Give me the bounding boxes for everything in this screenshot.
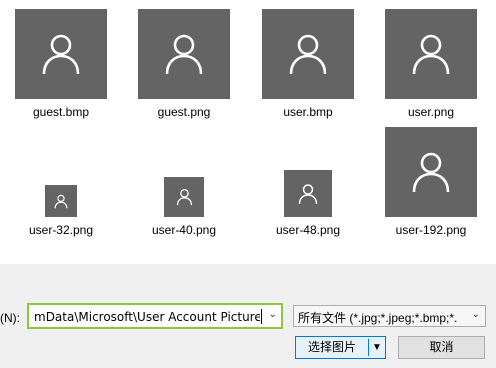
- file-name: guest.bmp: [32, 105, 90, 119]
- file-item[interactable]: user-32.png: [6, 185, 116, 237]
- file-item[interactable]: guest.png: [129, 9, 239, 119]
- dialog-footer: (N): mData\Microsoft\User Account Pictur…: [0, 264, 496, 368]
- user-icon: [54, 194, 68, 208]
- text-cursor: [261, 309, 262, 324]
- user-icon: [298, 183, 318, 204]
- user-avatar-thumbnail[interactable]: [45, 185, 77, 217]
- split-divider: [368, 339, 369, 356]
- file-name: user-40.png: [151, 223, 217, 237]
- file-name: user.png: [407, 105, 455, 119]
- caret-down-icon[interactable]: ▼: [370, 337, 384, 358]
- user-avatar-thumbnail[interactable]: [164, 177, 204, 217]
- user-avatar-thumbnail[interactable]: [284, 170, 332, 217]
- filename-label: (N):: [0, 311, 20, 325]
- open-split-button[interactable]: 选择图片 ▼: [295, 336, 386, 359]
- user-icon: [289, 34, 327, 75]
- open-button[interactable]: 选择图片: [296, 337, 368, 358]
- user-icon: [412, 34, 450, 75]
- cancel-button[interactable]: 取消: [398, 336, 485, 359]
- file-item[interactable]: user-192.png: [376, 127, 486, 237]
- user-avatar-thumbnail[interactable]: [138, 9, 230, 99]
- user-icon: [165, 34, 203, 75]
- file-name: user-48.png: [275, 223, 341, 237]
- file-grid: guest.bmp guest.png user.bmp user.png us…: [0, 0, 496, 260]
- file-item[interactable]: user-40.png: [129, 177, 239, 237]
- file-name: user.bmp: [283, 105, 333, 119]
- file-item[interactable]: guest.bmp: [6, 9, 116, 119]
- file-name: user-192.png: [395, 223, 467, 237]
- user-avatar-thumbnail[interactable]: [385, 9, 477, 99]
- file-name: user-32.png: [28, 223, 94, 237]
- filename-input[interactable]: mData\Microsoft\User Account Pictures ⌄: [27, 303, 283, 329]
- user-avatar-thumbnail[interactable]: [15, 9, 107, 99]
- user-avatar-thumbnail[interactable]: [385, 127, 477, 217]
- filetype-value: 所有文件 (*.jpg;*.jpeg;*.bmp;*.: [298, 311, 458, 325]
- chevron-down-icon[interactable]: ⌄: [472, 309, 480, 320]
- filetype-select[interactable]: 所有文件 (*.jpg;*.jpeg;*.bmp;*. ⌄: [293, 305, 486, 327]
- user-icon: [176, 188, 192, 206]
- file-name: guest.png: [157, 105, 211, 119]
- file-item[interactable]: user-48.png: [253, 170, 363, 237]
- user-avatar-thumbnail[interactable]: [262, 9, 354, 99]
- user-icon: [412, 152, 450, 193]
- chevron-down-icon[interactable]: ⌄: [269, 309, 277, 320]
- filename-value[interactable]: mData\Microsoft\User Account Pictures: [34, 310, 260, 324]
- file-item[interactable]: user.bmp: [253, 9, 363, 119]
- file-item[interactable]: user.png: [376, 9, 486, 119]
- user-icon: [42, 34, 80, 75]
